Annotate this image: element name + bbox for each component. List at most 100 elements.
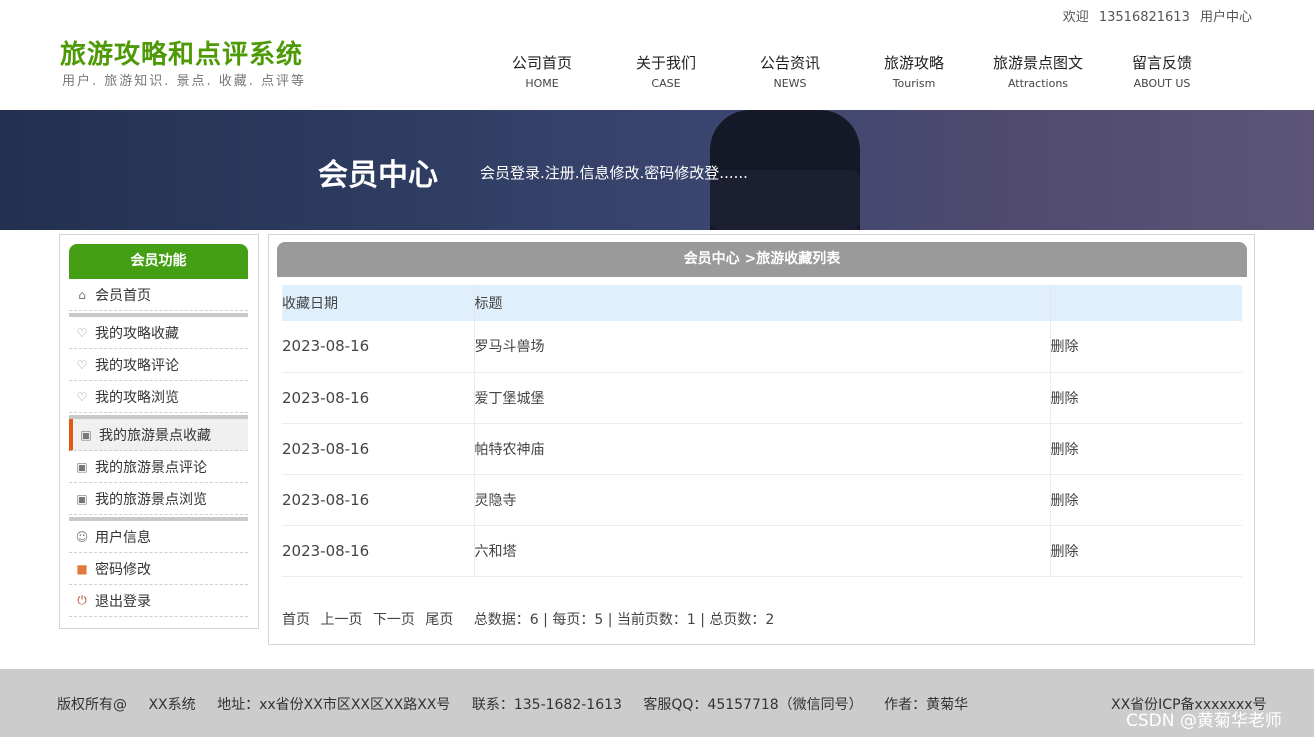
- footer-info: 版权所有@ XX系统 地址：xx省份XX市区XX区XX路XX号 联系：135-1…: [57, 694, 985, 714]
- delete-button[interactable]: 删除: [1051, 442, 1079, 458]
- footer-copyright: 版权所有@: [57, 697, 127, 713]
- row-title: 爱丁堡城堡: [474, 372, 1051, 424]
- nav-item-about[interactable]: 关于我们 CASE: [604, 52, 728, 90]
- pager-last[interactable]: 尾页: [425, 612, 453, 628]
- nav-label-en: Tourism: [892, 77, 936, 90]
- nav-label: 公司首页: [511, 54, 572, 72]
- sidebar-item-label: 用户信息: [95, 529, 151, 546]
- nav-label: 旅游攻略: [883, 54, 944, 72]
- user-icon: ☺: [75, 529, 89, 544]
- nav-item-home[interactable]: 公司首页 HOME: [480, 52, 604, 90]
- sidebar-item-label: 我的攻略浏览: [95, 389, 179, 406]
- sidebar-item-member-home[interactable]: ⌂ 会员首页: [69, 279, 248, 311]
- table-row: 2023-08-16 爱丁堡城堡 删除: [282, 372, 1242, 424]
- sidebar-item-user-info[interactable]: ☺ 用户信息: [69, 521, 248, 553]
- lock-icon: ■: [76, 561, 88, 576]
- footer: 版权所有@ XX系统 地址：xx省份XX市区XX区XX路XX号 联系：135-1…: [0, 669, 1314, 737]
- table-row: 2023-08-16 灵隐寺 删除: [282, 474, 1242, 526]
- row-date: 2023-08-16: [282, 321, 475, 373]
- main-content: 会员中心 >旅游收藏列表 收藏日期 标题 2023-08-16 罗马斗兽场 删除…: [268, 234, 1255, 645]
- table-row: 2023-08-16 帕特农神庙 删除: [282, 423, 1242, 475]
- sidebar-item-label: 我的旅游景点评论: [95, 459, 207, 476]
- nav-label: 公告资讯: [759, 54, 820, 72]
- csdn-watermark: CSDN @黄菊华老师: [1126, 711, 1282, 731]
- column-header-action: [1050, 285, 1242, 321]
- site-title: 旅游攻略和点评系统: [60, 40, 304, 70]
- top-bar: 欢迎 13516821613 用户中心: [1057, 6, 1252, 25]
- favorites-table: 收藏日期 标题 2023-08-16 罗马斗兽场 删除 2023-08-16 爱…: [282, 285, 1242, 577]
- user-center-link[interactable]: 用户中心: [1200, 10, 1252, 25]
- footer-contact: 联系：135-1682-1613: [471, 697, 622, 713]
- tulip-icon: ♡: [76, 389, 88, 404]
- tulip-icon: ♡: [76, 357, 88, 372]
- banner-title: 会员中心: [318, 158, 438, 193]
- wallet-icon: ▣: [80, 427, 92, 442]
- sidebar-header: 会员功能: [69, 244, 248, 279]
- nav-item-news[interactable]: 公告资讯 NEWS: [728, 52, 852, 90]
- pager-stats: 总数据：6 | 每页：5 | 当前页数：1 | 总页数：2: [473, 612, 775, 628]
- member-sidebar: 会员功能 ⌂ 会员首页 ♡ 我的攻略收藏 ♡ 我的攻略评论 ♡ 我的攻略浏览 ▣…: [59, 234, 259, 629]
- nav-label-en: CASE: [651, 77, 681, 90]
- footer-qq: 客服QQ：45157718（微信同号）: [643, 697, 863, 713]
- sidebar-item-label: 我的旅游景点浏览: [95, 491, 207, 508]
- home-icon: ⌂: [78, 287, 86, 302]
- column-header-title: 标题: [474, 285, 1051, 321]
- nav-label-en: Attractions: [1007, 77, 1069, 90]
- delete-button[interactable]: 删除: [1051, 544, 1079, 560]
- sidebar-item-spot-comments[interactable]: ▣ 我的旅游景点评论: [69, 451, 248, 483]
- table-header-row: 收藏日期 标题: [282, 285, 1242, 321]
- delete-button[interactable]: 删除: [1051, 339, 1079, 355]
- tulip-icon: ♡: [76, 325, 88, 340]
- nav-label-en: ABOUT US: [1133, 77, 1191, 90]
- sidebar-menu: ⌂ 会员首页 ♡ 我的攻略收藏 ♡ 我的攻略评论 ♡ 我的攻略浏览 ▣ 我的旅游…: [69, 279, 248, 617]
- row-date: 2023-08-16: [282, 423, 475, 475]
- sidebar-item-label: 我的攻略收藏: [95, 325, 179, 342]
- nav-label: 留言反馈: [1131, 54, 1192, 72]
- nav-item-attractions[interactable]: 旅游景点图文 Attractions: [976, 52, 1100, 90]
- sidebar-item-label: 退出登录: [95, 593, 151, 610]
- row-title: 六和塔: [474, 525, 1051, 577]
- row-title: 罗马斗兽场: [474, 321, 1051, 373]
- delete-button[interactable]: 删除: [1051, 391, 1079, 407]
- user-phone: 13516821613: [1098, 10, 1190, 25]
- pager-prev[interactable]: 上一页: [320, 612, 362, 628]
- row-date: 2023-08-16: [282, 372, 475, 424]
- welcome-text: 欢迎: [1062, 10, 1089, 25]
- sidebar-item-label: 密码修改: [95, 561, 151, 578]
- column-header-date: 收藏日期: [282, 285, 475, 321]
- row-date: 2023-08-16: [282, 474, 475, 526]
- footer-address: 地址：xx省份XX市区XX区XX路XX号: [217, 697, 451, 713]
- sidebar-item-change-password[interactable]: ■ 密码修改: [69, 553, 248, 585]
- main-nav: 公司首页 HOME 关于我们 CASE 公告资讯 NEWS 旅游攻略 Touri…: [480, 52, 1224, 90]
- footer-author: 作者：黄菊华: [884, 697, 969, 713]
- pager-first[interactable]: 首页: [282, 612, 310, 628]
- content-header: 会员中心 >旅游收藏列表: [277, 242, 1247, 277]
- banner-description: 会员登录.注册.信息修改.密码修改登......: [480, 164, 748, 182]
- wallet-icon: ▣: [76, 491, 88, 506]
- pagination: 首页 上一页 下一页 尾页 总数据：6 | 每页：5 | 当前页数：1 | 总页…: [282, 609, 774, 629]
- pager-next[interactable]: 下一页: [373, 612, 415, 628]
- power-icon: ⏻: [77, 593, 87, 607]
- row-title: 灵隐寺: [474, 474, 1051, 526]
- sidebar-item-label: 我的攻略评论: [95, 357, 179, 374]
- nav-label: 旅游景点图文: [992, 54, 1083, 72]
- sidebar-item-spot-history[interactable]: ▣ 我的旅游景点浏览: [69, 483, 248, 515]
- table-row: 2023-08-16 六和塔 删除: [282, 525, 1242, 577]
- footer-system: XX系统: [148, 697, 196, 713]
- nav-label-en: HOME: [525, 77, 559, 90]
- nav-label-en: NEWS: [773, 77, 807, 90]
- sidebar-item-spot-favorites[interactable]: ▣ 我的旅游景点收藏: [69, 419, 248, 451]
- sidebar-item-guide-favorites[interactable]: ♡ 我的攻略收藏: [69, 317, 248, 349]
- delete-button[interactable]: 删除: [1051, 493, 1079, 509]
- nav-item-tourism[interactable]: 旅游攻略 Tourism: [852, 52, 976, 90]
- row-title: 帕特农神庙: [474, 423, 1051, 475]
- sidebar-item-logout[interactable]: ⏻ 退出登录: [69, 585, 248, 617]
- table-row: 2023-08-16 罗马斗兽场 删除: [282, 321, 1242, 373]
- row-date: 2023-08-16: [282, 525, 475, 577]
- site-subtitle: 用户. 旅游知识. 景点. 收藏. 点评等: [62, 74, 307, 89]
- nav-item-feedback[interactable]: 留言反馈 ABOUT US: [1100, 52, 1224, 90]
- banner: 会员中心 会员登录.注册.信息修改.密码修改登......: [0, 110, 1314, 230]
- sidebar-item-guide-history[interactable]: ♡ 我的攻略浏览: [69, 381, 248, 413]
- sidebar-item-label: 我的旅游景点收藏: [99, 427, 211, 444]
- sidebar-item-guide-comments[interactable]: ♡ 我的攻略评论: [69, 349, 248, 381]
